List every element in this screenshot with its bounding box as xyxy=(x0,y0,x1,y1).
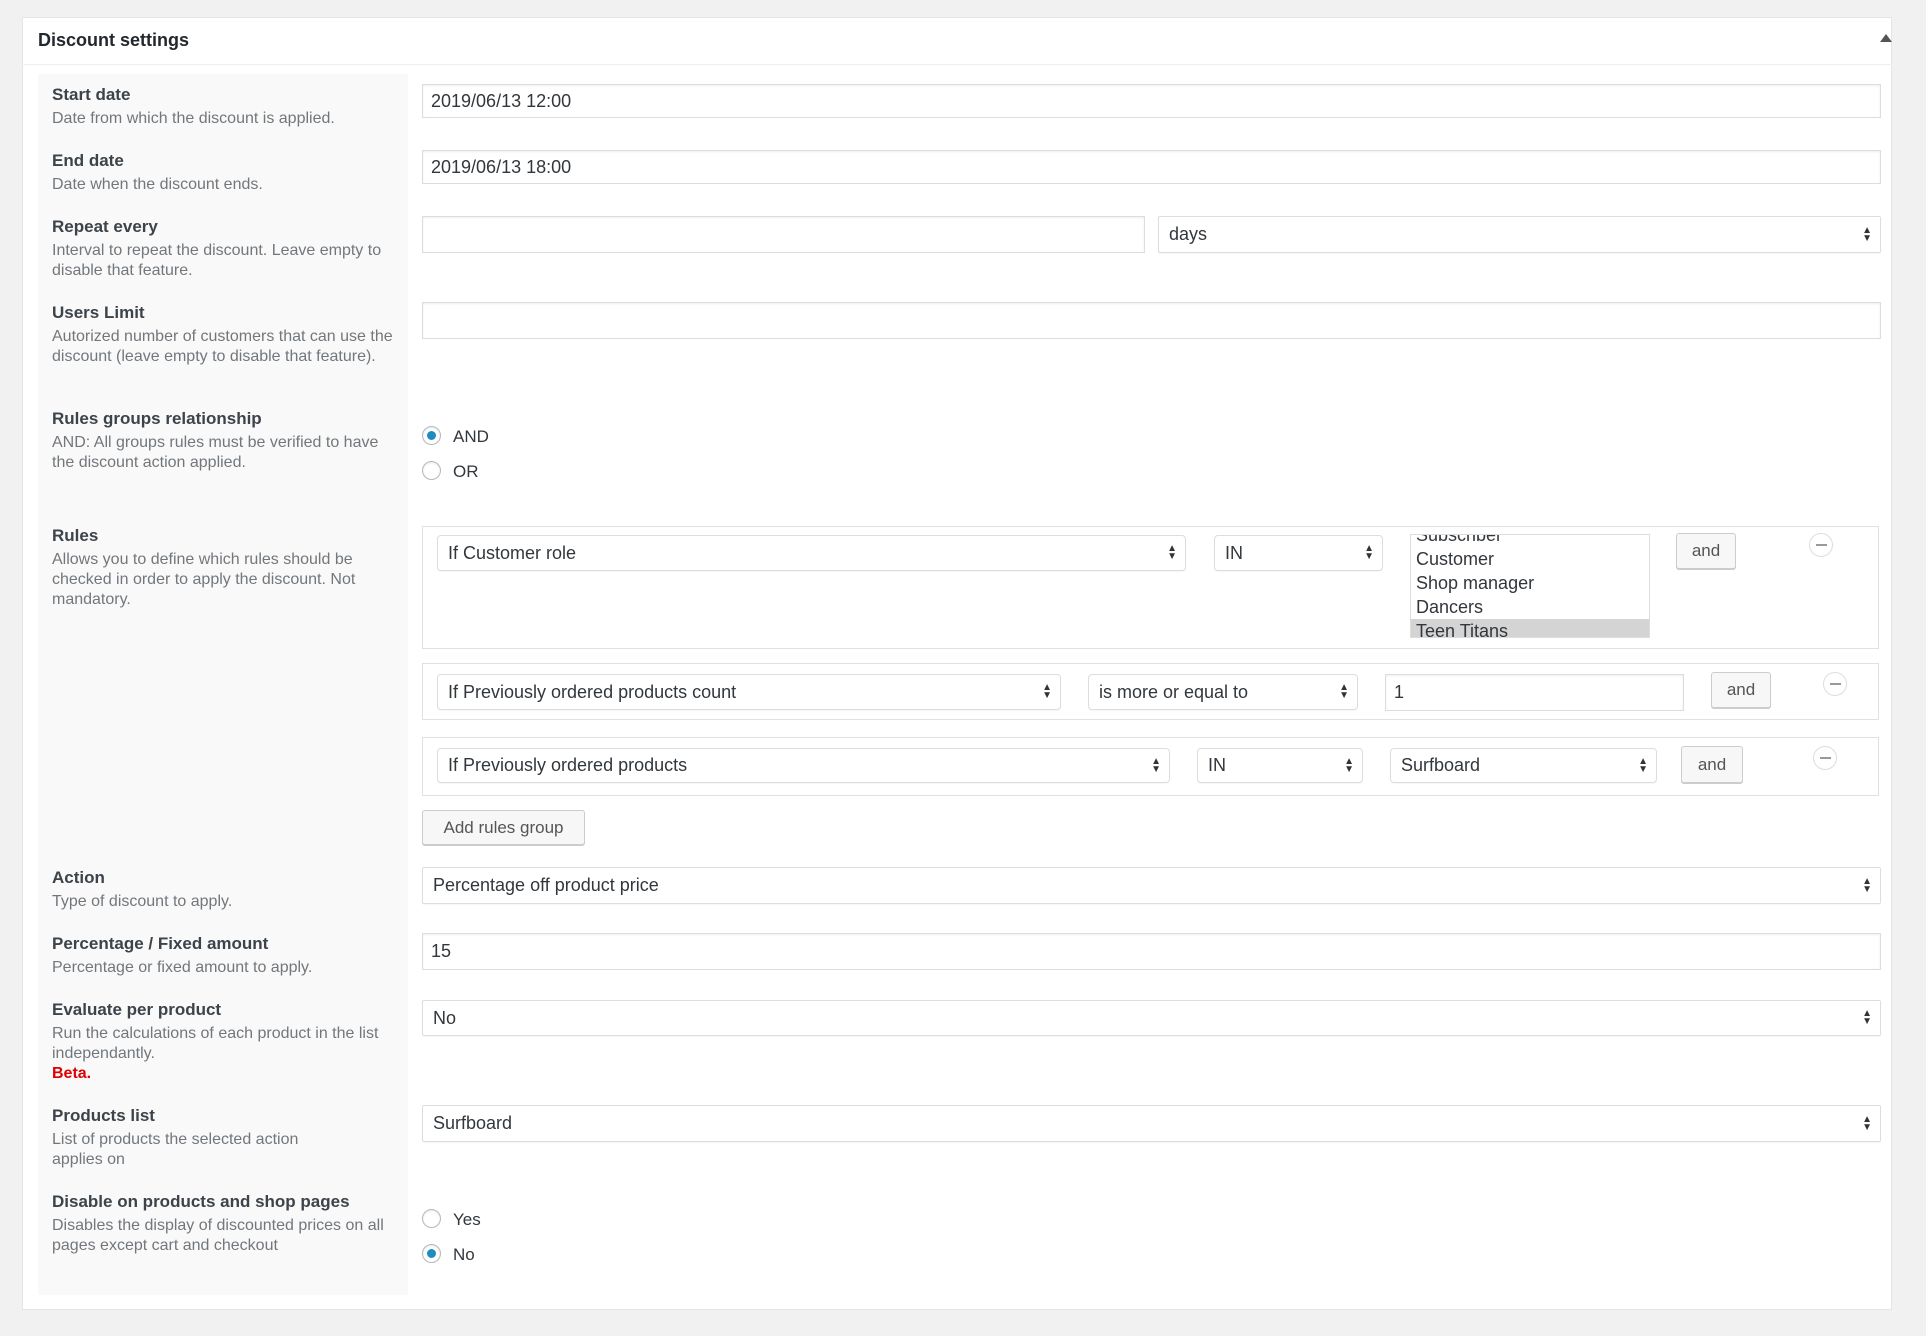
amount-input[interactable]: 15 xyxy=(422,933,1881,970)
disable-no-radio[interactable] xyxy=(422,1244,441,1263)
products-select[interactable]: Surfboard ▲ ▼ xyxy=(422,1105,1881,1142)
select-arrows-icon: ▲ ▼ xyxy=(1339,682,1349,701)
rule-2-value-input[interactable]: 1 xyxy=(1385,674,1684,711)
users-limit-desc: Autorized number of customers that can u… xyxy=(52,328,393,365)
rules-desc: Allows you to define which rules should … xyxy=(52,551,356,608)
start-date-desc: Date from which the discount is applied. xyxy=(52,110,335,127)
start-date-label: Start date xyxy=(52,85,131,104)
disable-desc: Disables the display of discounted price… xyxy=(52,1217,384,1254)
relationship-desc: AND: All groups rules must be verified t… xyxy=(52,434,379,471)
rule-3-and-button[interactable]: and xyxy=(1681,746,1743,783)
evaluate-value: No xyxy=(433,1007,457,1028)
end-date-desc: Date when the discount ends. xyxy=(52,176,263,193)
listbox-option[interactable]: Dancers xyxy=(1411,595,1649,619)
rule-3-condition-select[interactable]: If Previously ordered products ▲ ▼ xyxy=(437,748,1170,783)
select-arrows-icon: ▲ ▼ xyxy=(1638,755,1648,775)
action-label: Action xyxy=(52,868,105,887)
remove-group-2-minus-icon[interactable] xyxy=(1823,672,1847,696)
triangle-up-icon[interactable] xyxy=(1880,34,1892,42)
products-value: Surfboard xyxy=(433,1113,513,1133)
users-limit-label: Users Limit xyxy=(52,303,145,322)
listbox-option[interactable]: Shop manager xyxy=(1411,571,1649,595)
select-arrows-icon: ▲ ▼ xyxy=(1042,682,1052,701)
select-arrows-icon: ▲ ▼ xyxy=(1344,755,1354,775)
rule-2-operator-select[interactable]: is more or equal to ▲ ▼ xyxy=(1088,674,1358,710)
disable-no-label: No xyxy=(453,1245,475,1264)
rule-2-operator-value: is more or equal to xyxy=(1099,681,1249,702)
evaluate-desc: Run the calculations of each product in … xyxy=(52,1025,379,1062)
rule-3-value: Surfboard xyxy=(1401,755,1481,775)
action-desc: Type of discount to apply. xyxy=(52,893,233,910)
evaluate-label: Evaluate per product xyxy=(52,1000,222,1019)
rule-3-operator-select[interactable]: IN ▲ ▼ xyxy=(1197,748,1363,783)
rules-label: Rules xyxy=(52,526,99,545)
evaluate-select[interactable]: No ▲ ▼ xyxy=(422,1000,1881,1036)
end-date-input[interactable]: 2019/06/13 18:00 xyxy=(422,150,1881,184)
disable-label: Disable on products and shop pages xyxy=(52,1192,350,1211)
rule-2-and-button[interactable]: and xyxy=(1711,672,1771,708)
select-arrows-icon: ▲ ▼ xyxy=(1167,543,1177,562)
products-desc: List of products the selected action app… xyxy=(52,1131,299,1168)
end-date-label: End date xyxy=(52,151,124,170)
rule-1-roles-listbox[interactable]: Subscriber Customer Shop manager Dancers… xyxy=(1410,534,1650,638)
listbox-option-selected[interactable]: Teen Titans xyxy=(1411,619,1649,637)
rule-2-condition-select[interactable]: If Previously ordered products count ▲ ▼ xyxy=(437,674,1061,710)
listbox-option[interactable]: Customer xyxy=(1411,547,1649,571)
add-rules-group-button[interactable]: Add rules group xyxy=(422,810,585,845)
rule-1-and-button[interactable]: and xyxy=(1676,533,1736,569)
panel-title: Discount settings xyxy=(38,30,190,50)
repeat-unit-select[interactable]: days ▲ ▼ xyxy=(1158,216,1881,253)
relationship-or-radio[interactable] xyxy=(422,461,441,480)
amount-desc: Percentage or fixed amount to apply. xyxy=(52,959,313,976)
amount-label: Percentage / Fixed amount xyxy=(52,934,269,953)
disable-yes-label: Yes xyxy=(453,1210,481,1229)
rule-3-operator-value: IN xyxy=(1208,755,1226,775)
relationship-and-radio[interactable] xyxy=(422,426,441,445)
repeat-unit-value: days xyxy=(1169,224,1208,244)
rule-3-condition-value: If Previously ordered products xyxy=(448,755,688,775)
action-select[interactable]: Percentage off product price ▲ ▼ xyxy=(422,867,1881,904)
repeat-interval-input[interactable] xyxy=(422,216,1145,253)
relationship-or-label: OR xyxy=(453,462,479,481)
relationship-label: Rules groups relationship xyxy=(52,409,262,428)
start-date-input[interactable]: 2019/06/13 12:00 xyxy=(422,84,1881,118)
listbox-option[interactable]: Subscriber xyxy=(1411,535,1649,547)
select-arrows-icon: ▲ ▼ xyxy=(1364,543,1374,562)
select-arrows-icon: ▲ ▼ xyxy=(1862,1113,1872,1133)
rule-2-condition-value: If Previously ordered products count xyxy=(448,681,737,702)
select-arrows-icon: ▲ ▼ xyxy=(1862,1008,1872,1027)
action-value: Percentage off product price xyxy=(433,875,659,895)
select-arrows-icon: ▲ ▼ xyxy=(1151,755,1161,775)
rule-1-operator-select[interactable]: IN ▲ ▼ xyxy=(1214,535,1383,571)
beta-badge: Beta. xyxy=(52,1065,92,1082)
rule-1-condition-select[interactable]: If Customer role ▲ ▼ xyxy=(437,535,1186,571)
repeat-label: Repeat every xyxy=(52,217,158,236)
panel-header[interactable] xyxy=(22,17,1892,65)
rule-1-condition-value: If Customer role xyxy=(448,542,577,563)
select-arrows-icon: ▲ ▼ xyxy=(1862,875,1872,895)
rule-1-operator-value: IN xyxy=(1225,542,1243,563)
users-limit-input[interactable] xyxy=(422,302,1881,339)
remove-group-1-minus-icon[interactable] xyxy=(1809,533,1833,557)
repeat-desc: Interval to repeat the discount. Leave e… xyxy=(52,242,382,279)
products-label: Products list xyxy=(52,1106,155,1125)
disable-yes-radio[interactable] xyxy=(422,1209,441,1228)
relationship-and-label: AND xyxy=(453,427,489,446)
select-arrows-icon: ▲ ▼ xyxy=(1862,224,1872,244)
remove-group-3-minus-icon[interactable] xyxy=(1813,746,1837,770)
rule-3-value-select[interactable]: Surfboard ▲ ▼ xyxy=(1390,748,1657,783)
